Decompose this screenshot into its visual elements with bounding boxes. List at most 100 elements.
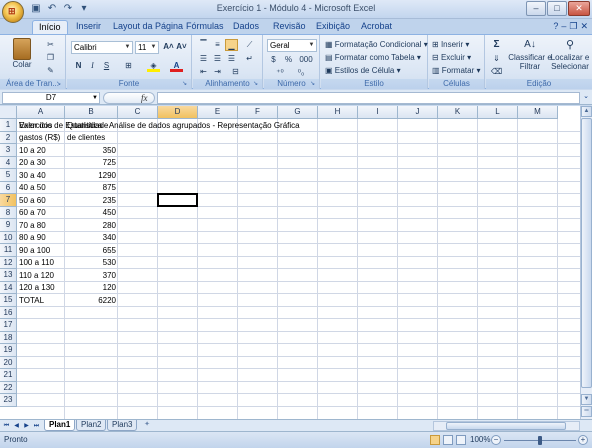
cell-a3[interactable]: 10 a 20 xyxy=(17,145,65,157)
sheet-tab-plan3[interactable]: Plan3 xyxy=(107,420,138,431)
cell-b11[interactable]: 655 xyxy=(65,245,118,257)
scroll-down-icon[interactable]: ▼ xyxy=(581,394,592,405)
close-icon[interactable]: ✕ xyxy=(580,21,588,32)
page-break-view-icon[interactable] xyxy=(456,435,466,445)
copy-icon[interactable]: ❐ xyxy=(44,52,57,64)
row-header-2[interactable]: 2 xyxy=(0,131,17,144)
column-header-m[interactable]: M xyxy=(518,106,558,119)
column-header-k[interactable]: K xyxy=(438,106,478,119)
row-header-5[interactable]: 5 xyxy=(0,169,17,182)
font-launcher-icon[interactable]: ↘ xyxy=(182,81,189,88)
row-header-21[interactable]: 21 xyxy=(0,369,17,382)
select-all-corner[interactable] xyxy=(0,106,17,119)
align-left-icon[interactable]: ☰ xyxy=(197,53,210,65)
name-box[interactable]: D7 ▼ xyxy=(2,92,100,104)
horizontal-scrollbar[interactable] xyxy=(433,421,580,431)
column-header-a[interactable]: A xyxy=(17,106,65,119)
alignment-launcher-icon[interactable]: ↘ xyxy=(253,81,260,88)
scroll-up-icon[interactable]: ▲ xyxy=(581,106,592,117)
tab-inserir[interactable]: Inserir xyxy=(70,20,107,34)
insert-function-icon[interactable]: fx xyxy=(141,93,148,103)
minimize-button[interactable]: – xyxy=(526,1,546,16)
cell-b12[interactable]: 530 xyxy=(65,257,118,269)
row-header-9[interactable]: 9 xyxy=(0,219,17,232)
column-header-j[interactable]: J xyxy=(398,106,438,119)
conditional-format-button[interactable]: ▦ Formatação Condicional ▾ xyxy=(325,39,428,51)
thousands-icon[interactable]: 000 xyxy=(297,54,315,66)
borders-icon[interactable]: ⊞ xyxy=(122,60,135,72)
cell-b7[interactable]: 235 xyxy=(65,195,118,207)
row-header-17[interactable]: 17 xyxy=(0,319,17,332)
row-header-8[interactable]: 8 xyxy=(0,206,17,219)
cell-a2-line2[interactable]: gastos (R$) xyxy=(17,132,65,144)
format-as-table-button[interactable]: ▤ Formatar como Tabela ▾ xyxy=(325,52,421,64)
fill-color-icon[interactable]: ◈ xyxy=(147,60,160,72)
row-header-23[interactable]: 23 xyxy=(0,394,17,407)
column-header-d[interactable]: D xyxy=(158,106,198,119)
cell-a6[interactable]: 40 a 50 xyxy=(17,182,65,194)
row-header-22[interactable]: 22 xyxy=(0,381,17,394)
grow-font-icon[interactable]: A˄ xyxy=(162,41,175,53)
cell-a5[interactable]: 30 a 40 xyxy=(17,170,65,182)
sheet-tab-plan1[interactable]: Plan1 xyxy=(44,420,76,431)
column-header-g[interactable]: G xyxy=(278,106,318,119)
active-cell-cursor[interactable] xyxy=(157,193,198,207)
cell-a9[interactable]: 70 a 80 xyxy=(17,220,65,232)
row-header-15[interactable]: 15 xyxy=(0,294,17,307)
column-header-e[interactable]: E xyxy=(198,106,238,119)
align-top-icon[interactable]: ▔ xyxy=(197,39,210,51)
first-sheet-icon[interactable]: ⏮ xyxy=(2,421,11,431)
cell-a4[interactable]: 20 a 30 xyxy=(17,157,65,169)
shrink-font-icon[interactable]: A˅ xyxy=(175,41,188,53)
office-button[interactable]: ⊞ xyxy=(2,1,24,23)
row-header-20[interactable]: 20 xyxy=(0,356,17,369)
format-cells-button[interactable]: ▥ Formatar ▾ xyxy=(432,65,480,77)
zoom-slider-thumb[interactable] xyxy=(538,436,542,445)
row-header-14[interactable]: 14 xyxy=(0,281,17,294)
cell-a13[interactable]: 110 a 120 xyxy=(17,270,65,282)
decrease-indent-icon[interactable]: ⇤ xyxy=(197,66,210,78)
wrap-text-icon[interactable]: ↵ xyxy=(243,53,256,65)
currency-icon[interactable]: $ xyxy=(267,54,280,66)
find-select-button[interactable]: ⚲ Localizar e Selecionar xyxy=(548,37,592,71)
split-handle-icon[interactable]: ═ xyxy=(581,406,592,417)
expand-formula-bar-icon[interactable]: ⌄ xyxy=(582,92,590,104)
cell-b3[interactable]: 350 xyxy=(65,145,118,157)
cell-b6[interactable]: 875 xyxy=(65,182,118,194)
vertical-scrollbar[interactable]: ▲ ▼ ═ xyxy=(580,106,592,419)
row-header-4[interactable]: 4 xyxy=(0,156,17,169)
row-header-1[interactable]: 1 xyxy=(0,119,17,132)
format-painter-icon[interactable]: ✎ xyxy=(44,65,57,77)
maximize-button[interactable]: □ xyxy=(547,1,567,16)
merge-center-icon[interactable]: ⊟ xyxy=(229,66,242,78)
sort-filter-button[interactable]: A↓ Classificar e Filtrar xyxy=(508,37,552,71)
cell-a15[interactable]: TOTAL xyxy=(17,295,65,307)
page-layout-view-icon[interactable] xyxy=(443,435,453,445)
paste-button[interactable]: Colar xyxy=(8,38,36,69)
cell-b8[interactable]: 450 xyxy=(65,207,118,219)
cell-b10[interactable]: 340 xyxy=(65,232,118,244)
font-color-icon[interactable]: A xyxy=(170,60,183,72)
number-launcher-icon[interactable]: ↘ xyxy=(310,81,317,88)
fill-icon[interactable]: ⇓ xyxy=(490,53,503,65)
last-sheet-icon[interactable]: ⏭ xyxy=(32,421,41,431)
row-header-11[interactable]: 11 xyxy=(0,244,17,257)
autosum-icon[interactable]: Σ xyxy=(490,39,503,51)
cell-a11[interactable]: 90 a 100 xyxy=(17,245,65,257)
column-header-c[interactable]: C xyxy=(118,106,158,119)
horizontal-scroll-thumb[interactable] xyxy=(446,422,566,430)
font-size-combo[interactable]: 11 ▼ xyxy=(135,41,159,54)
cell-a2[interactable]: Valor dos xyxy=(17,120,65,132)
font-name-combo[interactable]: Calibri ▼ xyxy=(71,41,133,54)
prev-sheet-icon[interactable]: ◀ xyxy=(12,421,21,431)
cut-icon[interactable]: ✂ xyxy=(44,39,57,51)
vertical-scroll-thumb[interactable] xyxy=(581,118,592,388)
cell-styles-button[interactable]: ▣ Estilos de Célula ▾ xyxy=(325,65,401,77)
cell-b15[interactable]: 6220 xyxy=(65,295,118,307)
cell-b13[interactable]: 370 xyxy=(65,270,118,282)
formula-input[interactable] xyxy=(157,92,580,104)
zoom-out-icon[interactable]: − xyxy=(491,435,501,445)
clear-icon[interactable]: ⌫ xyxy=(490,66,503,78)
close-button[interactable]: ✕ xyxy=(568,1,590,16)
insert-cells-button[interactable]: ⊞ Inserir ▾ xyxy=(432,39,469,51)
